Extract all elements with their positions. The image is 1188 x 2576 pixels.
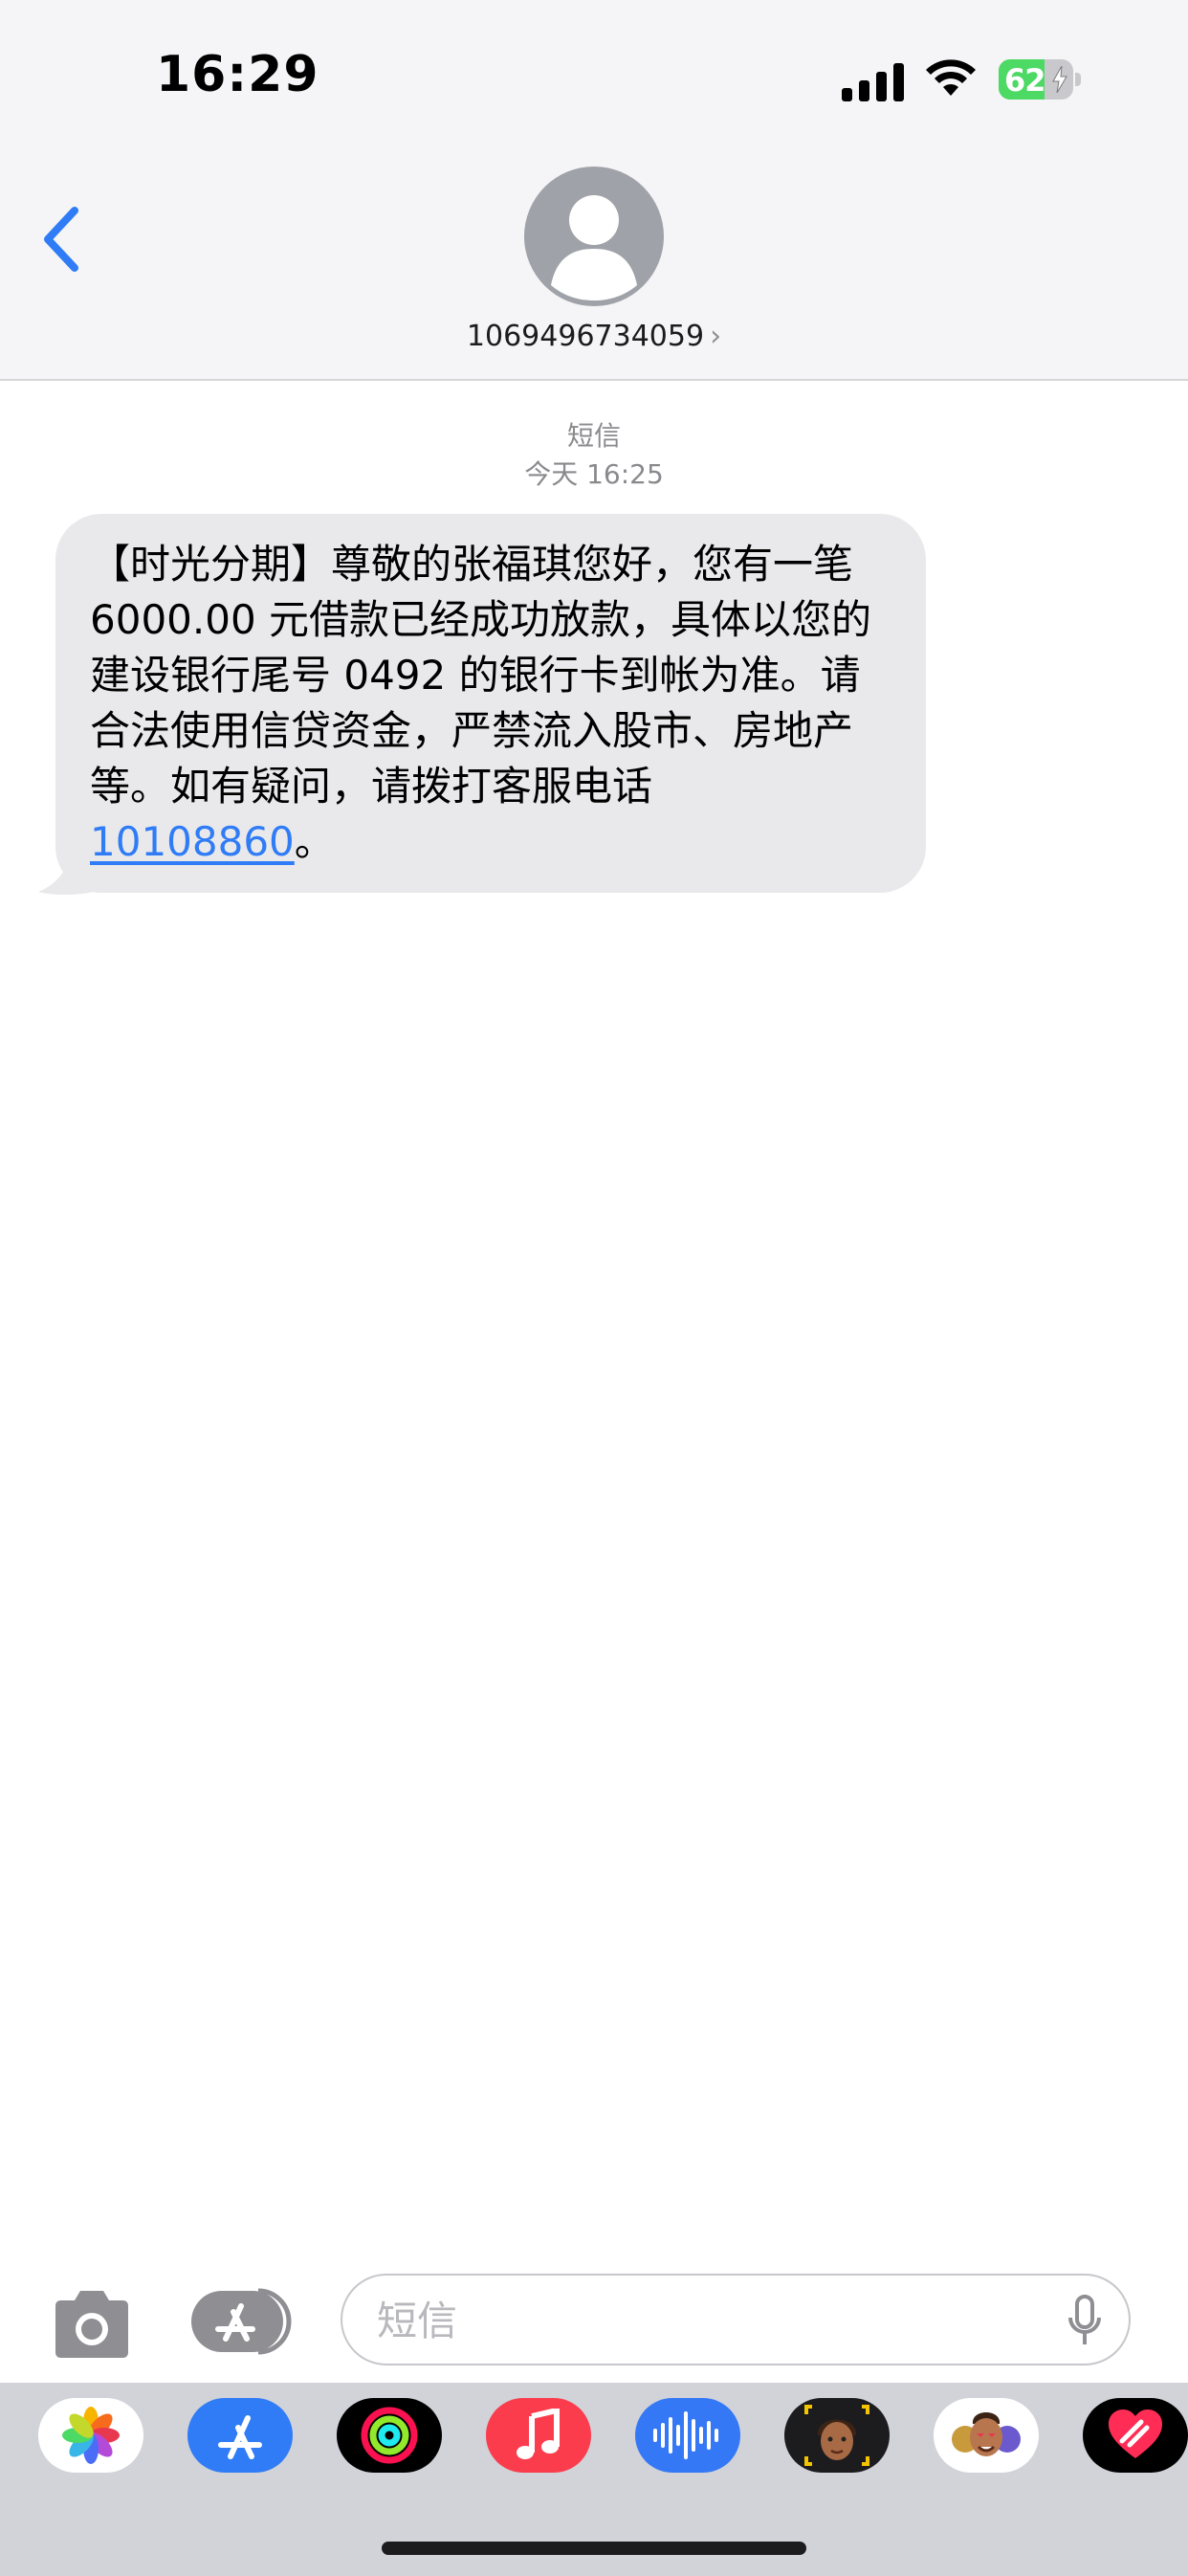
contact-avatar[interactable]: [524, 167, 664, 306]
status-time: 16:29: [156, 46, 319, 103]
compose-bar: [0, 2258, 1188, 2383]
memoji-stickers-icon[interactable]: [934, 2398, 1039, 2473]
message-input[interactable]: [375, 2291, 1010, 2350]
incoming-message-bubble[interactable]: 【时光分期】尊敬的张福琪您好，您有一笔 6000.00 元借款已经成功放款，具体…: [55, 514, 926, 893]
contact-name: 1069496734059: [466, 320, 705, 353]
activity-icon[interactable]: [337, 2398, 442, 2473]
message-text-end: 。: [294, 818, 335, 865]
phone-number-link[interactable]: 10108860: [90, 818, 295, 865]
imessage-app-drawer: [0, 2383, 1188, 2576]
photos-icon[interactable]: [38, 2398, 143, 2473]
message-field[interactable]: [341, 2274, 1131, 2365]
battery-percent: 62: [1004, 62, 1046, 99]
status-bar: 16:29 62: [0, 0, 1188, 153]
home-indicator[interactable]: [382, 2542, 806, 2555]
charging-bolt-icon: [1052, 66, 1067, 93]
chevron-right-icon: ›: [710, 320, 722, 353]
person-silhouette-icon: [551, 195, 637, 300]
wifi-icon: [926, 59, 976, 96]
app-store-button-icon[interactable]: [189, 2287, 295, 2356]
contact-name-button[interactable]: 1069496734059 ›: [0, 320, 1188, 353]
microphone-icon[interactable]: [1067, 2295, 1102, 2348]
conversation-header: 1069496734059 ›: [0, 153, 1188, 381]
cellular-signal-icon: [842, 63, 904, 101]
music-icon[interactable]: [486, 2398, 591, 2473]
message-timestamp: 今天 16:25: [524, 458, 664, 490]
audio-message-icon[interactable]: [635, 2398, 740, 2473]
digital-touch-icon[interactable]: [1083, 2398, 1188, 2473]
camera-icon[interactable]: [48, 2289, 136, 2360]
message-text: 【时光分期】尊敬的张福琪您好，您有一笔 6000.00 元借款已经成功放款，具体…: [90, 541, 872, 810]
memoji-icon[interactable]: [784, 2398, 890, 2473]
battery-indicator: 62: [999, 59, 1081, 100]
app-store-icon[interactable]: [187, 2398, 293, 2473]
back-chevron-icon[interactable]: [38, 205, 84, 274]
service-label: 短信: [566, 420, 621, 452]
message-meta: 短信 今天 16:25: [0, 417, 1188, 494]
